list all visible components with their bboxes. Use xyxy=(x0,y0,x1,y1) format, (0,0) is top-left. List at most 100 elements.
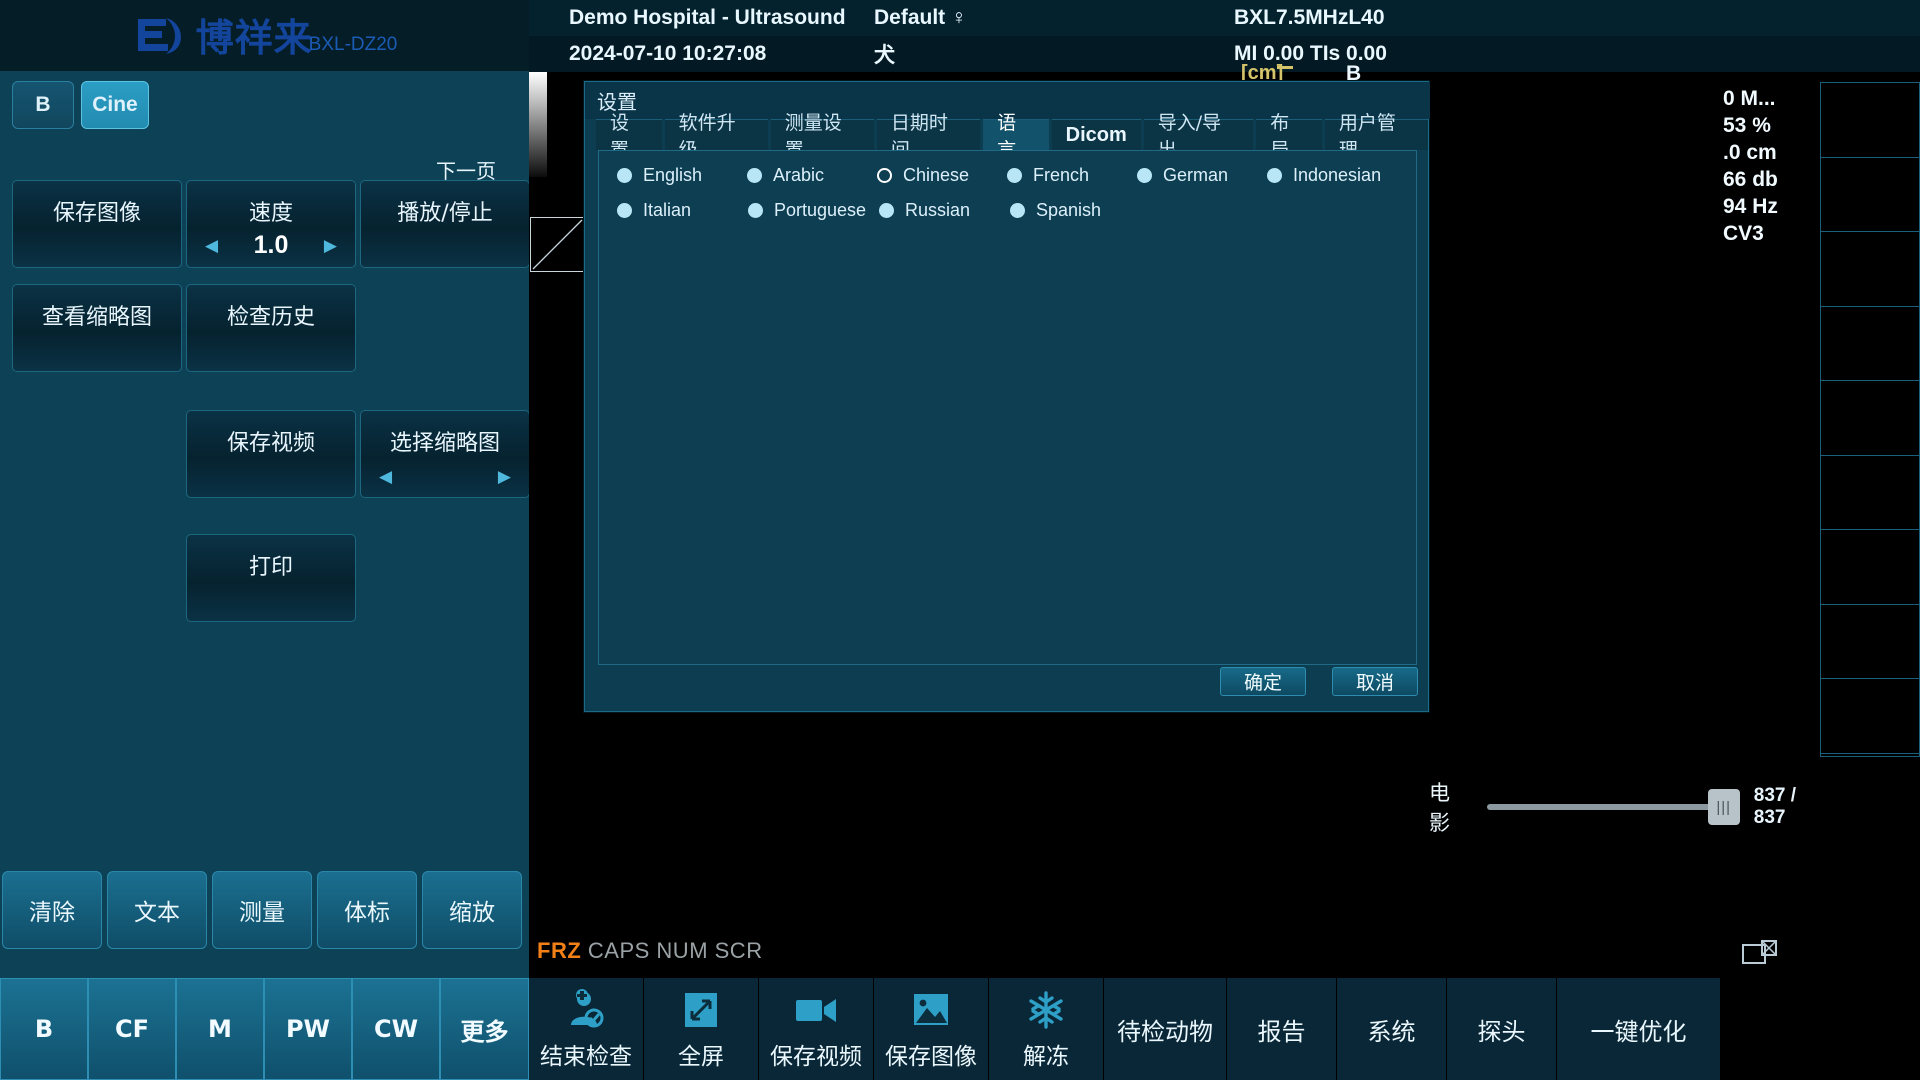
depth-scale-cell xyxy=(1821,456,1919,530)
nav-pending-animals[interactable]: 待检动物 xyxy=(1104,978,1227,1080)
button-save-video-label: 保存视频 xyxy=(226,431,315,456)
spinner-speed-increment-icon[interactable]: ▶ xyxy=(324,236,337,256)
tool-button-text[interactable]: 文本 xyxy=(107,871,207,949)
radio-icon[interactable] xyxy=(1267,168,1282,183)
radio-icon[interactable] xyxy=(617,168,632,183)
select-thumbnail-prev-icon[interactable]: ◀ xyxy=(379,467,392,487)
language-option-italian[interactable]: Italian xyxy=(617,200,748,221)
mode-button-cw[interactable]: CW xyxy=(352,978,440,1080)
spinner-speed-label: 速度 xyxy=(248,201,293,226)
cancel-button[interactable]: 取消 xyxy=(1332,667,1418,696)
language-option-portuguese[interactable]: Portuguese xyxy=(748,200,879,221)
cine-slider-handle-icon[interactable]: ||| xyxy=(1707,789,1740,825)
button-print[interactable]: 打印 xyxy=(186,534,356,622)
imaging-parameter-panel: 0 M... 53 % .0 cm 66 db 94 Hz CV3 xyxy=(1723,85,1809,247)
language-option-french[interactable]: French xyxy=(1007,165,1137,186)
radio-selected-icon[interactable] xyxy=(877,168,892,183)
language-option-english[interactable]: English xyxy=(617,165,747,186)
mode-button-cf[interactable]: CF xyxy=(88,978,176,1080)
param-5: CV3 xyxy=(1723,222,1764,245)
radio-icon[interactable] xyxy=(1137,168,1152,183)
language-option-arabic[interactable]: Arabic xyxy=(747,165,877,186)
depth-scale-cell xyxy=(1821,232,1919,307)
nav-probe[interactable]: 探头 xyxy=(1447,978,1557,1080)
tab-software-upgrade[interactable]: 软件升级 xyxy=(664,112,768,161)
button-exam-history[interactable]: 检查历史 xyxy=(186,284,356,372)
radio-icon[interactable] xyxy=(748,203,763,218)
nav-unfreeze[interactable]: 解冻 xyxy=(989,978,1104,1080)
tab-layout[interactable]: 布局 xyxy=(1256,112,1322,161)
tool-button-zoom[interactable]: 缩放 xyxy=(422,871,522,949)
radio-icon[interactable] xyxy=(617,203,632,218)
fullscreen-icon xyxy=(681,987,721,1033)
tool-button-clear[interactable]: 清除 xyxy=(2,871,102,949)
end-exam-icon xyxy=(565,987,607,1033)
split-screen-icon[interactable] xyxy=(1742,940,1778,968)
brand-model: BXL-DZ20 xyxy=(308,33,398,55)
mode-button-pw[interactable]: PW xyxy=(264,978,352,1080)
tab-user-management[interactable]: 用户管理 xyxy=(1324,112,1429,161)
tab-dicom[interactable]: Dicom xyxy=(1051,119,1141,150)
nav-end-exam[interactable]: 结束检查 xyxy=(529,978,644,1080)
button-view-thumbnails[interactable]: 查看缩略图 xyxy=(12,284,182,372)
radio-icon[interactable] xyxy=(1010,203,1025,218)
hospital-name: Demo Hospital - Ultrasound xyxy=(569,6,846,29)
brand-logo-bar: 博祥来 BXL-DZ20 xyxy=(0,0,529,71)
button-save-image-label: 保存图像 xyxy=(52,201,141,226)
species-label: 犬 xyxy=(874,44,895,67)
tab-measure-settings[interactable]: 测量设置 xyxy=(770,112,874,161)
depth-scale-cell xyxy=(1821,605,1919,679)
mode-tab-b[interactable]: B xyxy=(12,81,74,129)
spinner-speed[interactable]: 速度 ◀ 1.0 ▶ xyxy=(186,180,356,268)
radio-icon[interactable] xyxy=(879,203,894,218)
button-select-thumbnail[interactable]: 选择缩略图 ◀ ▶ xyxy=(360,410,530,498)
bottom-navigation-bar: 结束检查 全屏 保存视频 保存图像 解冻 待检动物 报告 系统 探头 一键优化 xyxy=(529,978,1920,1080)
display-header-row-2: 2024-07-10 10:27:08 犬 MI 0.00 TIs 0.00 xyxy=(529,36,1920,72)
mode-button-more[interactable]: 更多 xyxy=(440,978,529,1080)
language-label: Russian xyxy=(905,200,971,220)
language-option-indonesian[interactable]: Indonesian xyxy=(1267,165,1397,186)
depth-scale-cell xyxy=(1821,307,1919,381)
nav-report[interactable]: 报告 xyxy=(1227,978,1337,1080)
nav-system[interactable]: 系统 xyxy=(1337,978,1447,1080)
nav-unfreeze-label: 解冻 xyxy=(1023,1044,1069,1070)
tab-language[interactable]: 语言 xyxy=(983,112,1049,161)
radio-icon[interactable] xyxy=(747,168,762,183)
nav-fullscreen-label: 全屏 xyxy=(678,1044,724,1070)
brand-name: 博祥来 xyxy=(195,15,313,60)
button-play-stop[interactable]: 播放/停止 xyxy=(360,180,530,268)
language-option-spanish[interactable]: Spanish xyxy=(1010,200,1141,221)
nav-save-image-label: 保存图像 xyxy=(885,1044,977,1070)
language-option-chinese[interactable]: Chinese xyxy=(877,165,1007,186)
language-label: French xyxy=(1033,165,1090,185)
nav-save-image[interactable]: 保存图像 xyxy=(874,978,989,1080)
nav-one-key-optimize[interactable]: 一键优化 xyxy=(1557,978,1720,1080)
radio-icon[interactable] xyxy=(1007,168,1022,183)
mode-tab-cine[interactable]: Cine xyxy=(81,81,149,129)
language-label: Portuguese xyxy=(774,200,867,220)
nav-save-video[interactable]: 保存视频 xyxy=(759,978,874,1080)
tab-import-export[interactable]: 导入/导出 xyxy=(1143,112,1254,161)
button-save-image[interactable]: 保存图像 xyxy=(12,180,182,268)
status-indicator-bar: FRZ CAPS NUM SCR xyxy=(537,938,763,964)
depth-scale-cell xyxy=(1821,158,1919,232)
language-option-german[interactable]: German xyxy=(1137,165,1267,186)
tab-settings[interactable]: 设置 xyxy=(596,112,662,161)
tool-button-bodymark[interactable]: 体标 xyxy=(317,871,417,949)
tab-date-time[interactable]: 日期时间 xyxy=(876,112,981,161)
select-thumbnail-next-icon[interactable]: ▶ xyxy=(498,467,511,487)
ultrasound-app: 博祥来 BXL-DZ20 B Cine 下一页 保存图像 速度 ◀ 1.0 ▶ … xyxy=(0,0,1920,1080)
ok-button[interactable]: 确定 xyxy=(1220,667,1306,696)
tool-button-measure[interactable]: 测量 xyxy=(212,871,312,949)
language-option-russian[interactable]: Russian xyxy=(879,200,1010,221)
preset-name: Default ♀ xyxy=(874,6,967,29)
nav-fullscreen[interactable]: 全屏 xyxy=(644,978,759,1080)
button-save-video[interactable]: 保存视频 xyxy=(186,410,356,498)
mode-button-b[interactable]: B xyxy=(0,978,88,1080)
mode-button-m[interactable]: M xyxy=(176,978,264,1080)
mode-tab-row: B Cine 下一页 xyxy=(0,71,529,183)
cine-slider[interactable]: ||| xyxy=(1486,789,1740,825)
language-row: English Arabic Chinese French German Ind… xyxy=(617,165,1397,186)
spinner-speed-decrement-icon[interactable]: ◀ xyxy=(205,236,218,256)
language-label: German xyxy=(1163,165,1229,185)
